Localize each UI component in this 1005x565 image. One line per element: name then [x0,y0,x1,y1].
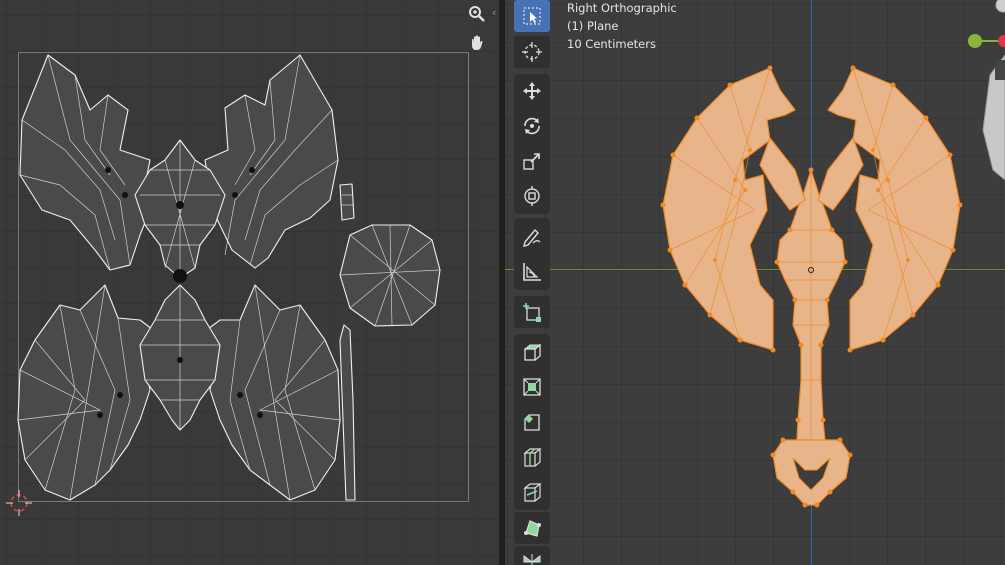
add-cube-icon[interactable] [514,296,550,328]
uv-editor-pane[interactable]: ‹ [0,0,499,565]
spin-icon[interactable] [514,546,550,565]
measure-icon[interactable] [514,256,550,288]
bevel-icon[interactable] [514,406,550,438]
loop-cut-icon[interactable] [514,441,550,473]
uv-2d-cursor[interactable] [0,0,499,565]
annotate-icon[interactable] [514,220,550,252]
zoom-icon[interactable] [465,2,489,26]
cursor-icon[interactable] [514,36,550,68]
3d-viewport-pane[interactable]: Right Orthographic (1) Plane 10 Centimet… [505,0,1005,565]
inset-icon[interactable] [514,371,550,403]
extrude-icon[interactable] [514,336,550,368]
hand-pan-icon[interactable] [465,31,489,55]
move-icon[interactable] [514,75,550,107]
transform-icon[interactable] [514,180,550,212]
scale-icon[interactable] [514,145,550,177]
collapse-arrow-icon[interactable]: ‹ [492,6,496,19]
select-box-icon[interactable] [514,0,550,32]
navigation-gizmo[interactable] [505,0,1005,565]
knife-icon[interactable] [514,476,550,508]
poly-build-icon[interactable] [514,512,550,544]
rotate-icon[interactable] [514,110,550,142]
